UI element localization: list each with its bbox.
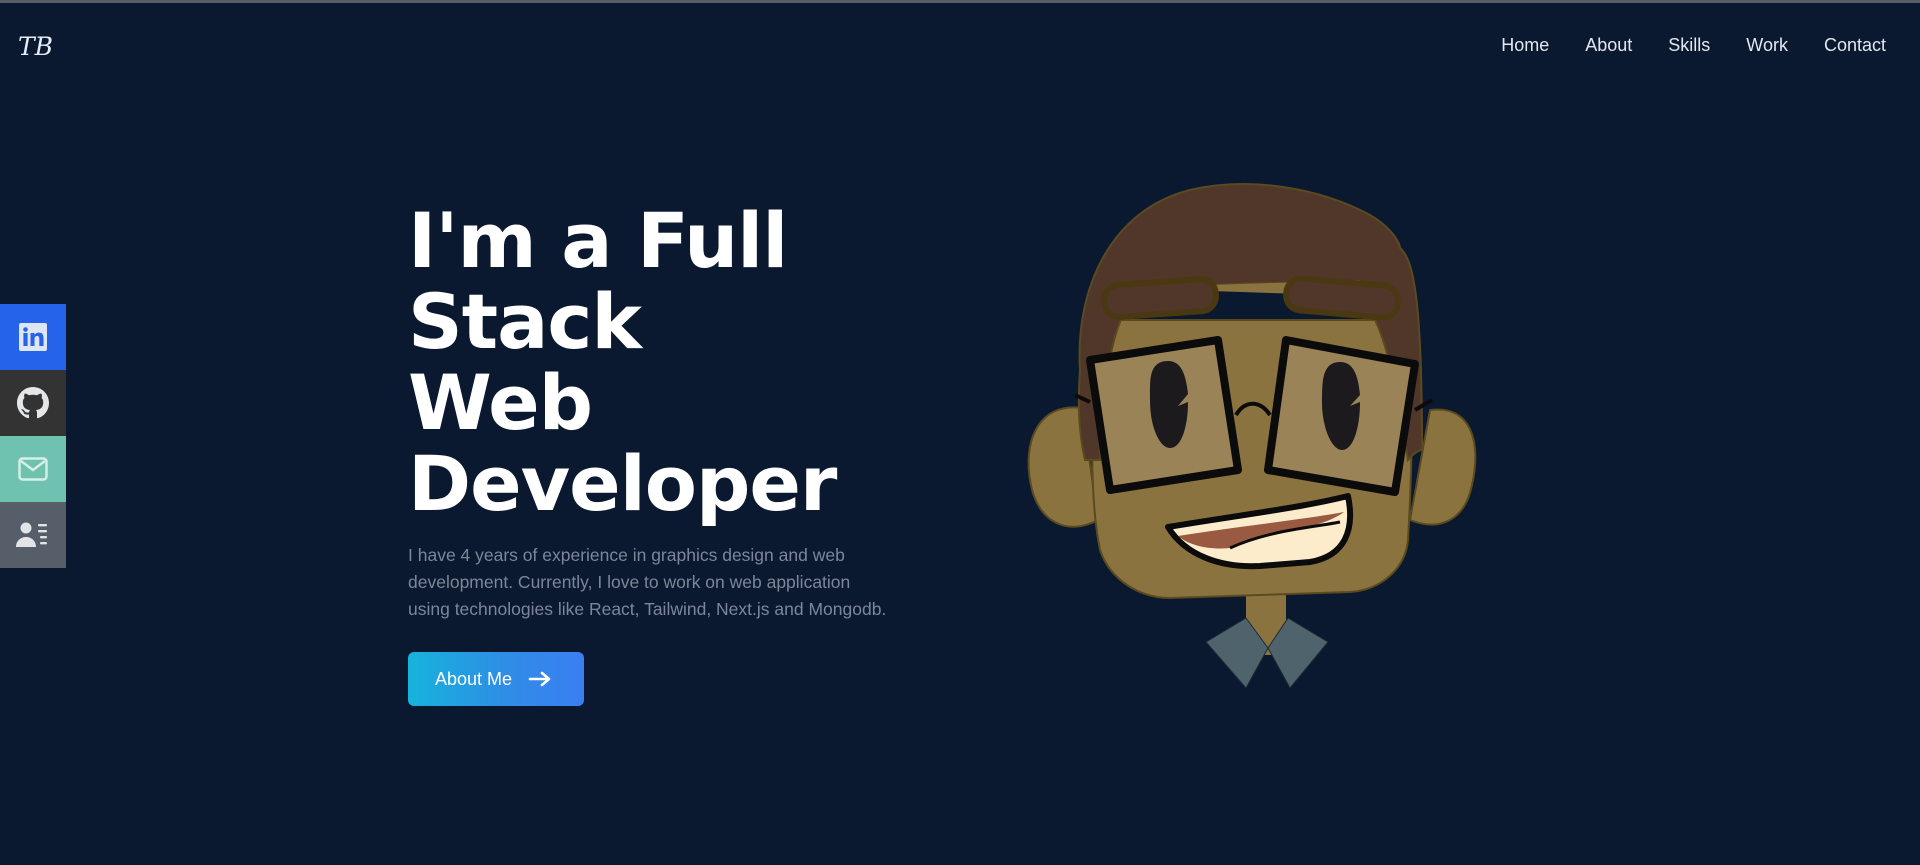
social-sidebar bbox=[0, 304, 66, 568]
eyebrow-right bbox=[1283, 275, 1401, 321]
nav-link-about[interactable]: About bbox=[1585, 35, 1632, 56]
social-resume-button[interactable] bbox=[0, 502, 66, 568]
social-linkedin-button[interactable] bbox=[0, 304, 66, 370]
nav-links: Home About Skills Work Contact bbox=[1501, 35, 1886, 56]
hero-description: I have 4 years of experience in graphics… bbox=[408, 545, 887, 619]
eyebrow-left bbox=[1101, 276, 1219, 320]
hero-title-line-2: Web bbox=[408, 358, 593, 447]
hero-title: I'm a Full Stack Web Developer bbox=[408, 200, 1028, 524]
github-icon bbox=[17, 387, 49, 419]
mail-icon bbox=[18, 457, 48, 481]
hero-title-line-1: I'm a Full Stack bbox=[408, 196, 788, 366]
nav-link-work[interactable]: Work bbox=[1746, 35, 1788, 56]
collar bbox=[1205, 595, 1329, 689]
about-me-label: About Me bbox=[435, 668, 513, 689]
hero-section: I'm a Full Stack Web Developer I have 4 … bbox=[408, 200, 1028, 706]
hero-title-line-3: Developer bbox=[408, 439, 837, 528]
nav-link-contact[interactable]: Contact bbox=[1824, 35, 1886, 56]
about-me-button[interactable]: About Me bbox=[408, 652, 584, 706]
arrow-right-icon bbox=[528, 671, 552, 687]
nav-link-skills[interactable]: Skills bbox=[1668, 35, 1710, 56]
social-email-button[interactable] bbox=[0, 436, 66, 502]
social-github-button[interactable] bbox=[0, 370, 66, 436]
nav-link-home[interactable]: Home bbox=[1501, 35, 1549, 56]
resume-icon bbox=[16, 522, 47, 547]
avatar-illustration bbox=[1020, 170, 1500, 690]
linkedin-icon bbox=[19, 323, 47, 351]
site-logo[interactable]: TB bbox=[18, 32, 53, 61]
navbar: TB Home About Skills Work Contact bbox=[0, 3, 1920, 88]
